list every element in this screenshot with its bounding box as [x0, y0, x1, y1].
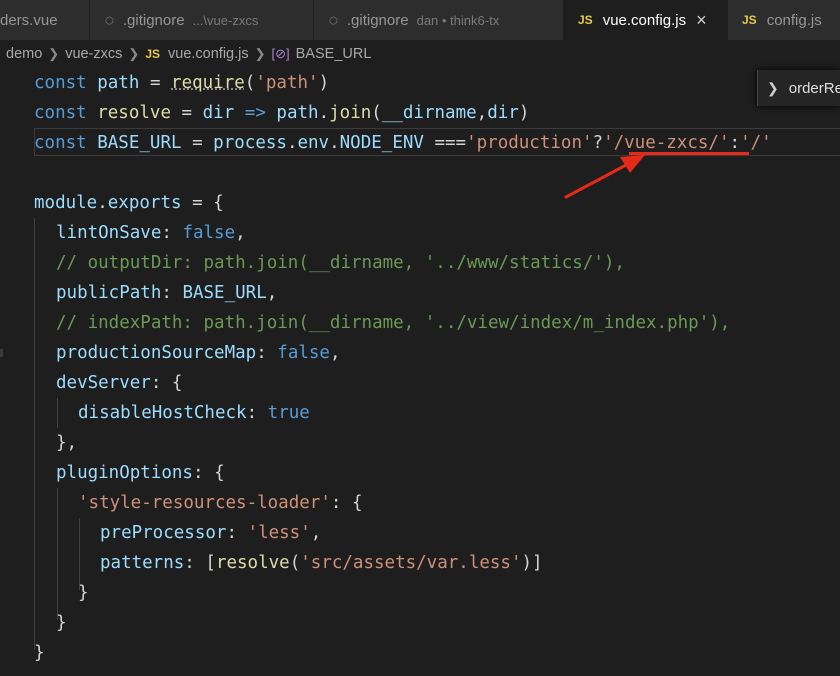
- code-line-11: devServer: {: [56, 373, 183, 393]
- tab-gitignore-think6[interactable]: ○ .gitignore dan • think6-tx: [314, 0, 564, 40]
- code-editor[interactable]: const path = require('path') const resol…: [0, 68, 840, 676]
- annotation-underline: [629, 152, 749, 155]
- tab-label: config.js: [766, 11, 822, 29]
- variable-symbol-icon: [⊘]: [271, 46, 290, 61]
- breadcrumb-item-symbol[interactable]: BASE_URL: [296, 46, 372, 62]
- code-line-16: preProcessor: 'less',: [100, 523, 322, 543]
- indent-guide: [34, 218, 35, 650]
- code-line-9: // indexPath: path.join(__dirname, '../v…: [56, 313, 731, 333]
- tab-label: .gitignore: [346, 11, 409, 29]
- code-line-19: }: [56, 613, 67, 633]
- code-line-1: const path = require('path'): [34, 73, 330, 93]
- code-line-12: disableHostCheck: true: [78, 403, 310, 423]
- breadcrumb-item-file[interactable]: vue.config.js: [168, 46, 249, 62]
- chevron-right-icon: ❯: [254, 46, 266, 61]
- gutter-mark: [0, 349, 3, 357]
- breadcrumb-item-demo[interactable]: demo: [6, 46, 42, 62]
- breadcrumb-item-vue-zxcs[interactable]: vue-zxcs: [65, 46, 122, 62]
- breadcrumb: demo ❯ vue-zxcs ❯ JS vue.config.js ❯ [⊘]…: [0, 40, 840, 68]
- chevron-right-icon: ❯: [128, 46, 140, 61]
- file-settings-icon: ○: [328, 9, 339, 30]
- tab-description: ...\vue-zxcs: [192, 12, 259, 28]
- editor-tab-bar: ders.vue ○ .gitignore ...\vue-zxcs ○ .gi…: [0, 0, 840, 40]
- js-file-icon: JS: [742, 13, 757, 27]
- tab-gitignore-vue-zxcs[interactable]: ○ .gitignore ...\vue-zxcs: [90, 0, 314, 40]
- outline-peek-widget[interactable]: ❯ orderRe: [757, 70, 840, 106]
- tab-label: ders.vue: [0, 11, 58, 29]
- code-line-5: module.exports = {: [34, 193, 224, 213]
- code-line-10: productionSourceMap: false,: [56, 343, 341, 363]
- code-line-6: lintOnSave: false,: [56, 223, 246, 243]
- code-line-2: const resolve = dir => path.join(__dirna…: [34, 103, 530, 123]
- js-file-icon: JS: [145, 47, 160, 61]
- chevron-right-icon: ❯: [48, 46, 60, 61]
- code-line-18: }: [78, 583, 89, 603]
- js-file-icon: JS: [578, 13, 593, 27]
- code-line-20: }: [34, 643, 45, 663]
- tab-label: .gitignore: [122, 11, 185, 29]
- tab-description: dan • think6-tx: [416, 12, 500, 28]
- file-settings-icon: ○: [104, 9, 115, 30]
- tab-config-js[interactable]: JS config.js: [728, 0, 840, 40]
- code-line-8: publicPath: BASE_URL,: [56, 283, 278, 303]
- code-line-17: patterns: [resolve('src/assets/var.less'…: [100, 553, 543, 573]
- peek-label: orderRe: [788, 79, 840, 97]
- chevron-right-icon[interactable]: ❯: [767, 80, 779, 97]
- tab-ders-vue[interactable]: ders.vue: [0, 0, 90, 40]
- code-line-7: // outputDir: path.join(__dirname, '../w…: [56, 253, 625, 273]
- code-line-14: pluginOptions: {: [56, 463, 225, 483]
- tab-vue-config-js[interactable]: JS vue.config.js ×: [564, 0, 728, 40]
- code-line-13: },: [56, 433, 78, 453]
- tab-label: vue.config.js: [602, 11, 687, 29]
- code-line-15: 'style-resources-loader': {: [78, 493, 363, 513]
- indent-guide: [57, 398, 58, 428]
- close-icon[interactable]: ×: [696, 10, 707, 31]
- indent-guide: [57, 488, 58, 620]
